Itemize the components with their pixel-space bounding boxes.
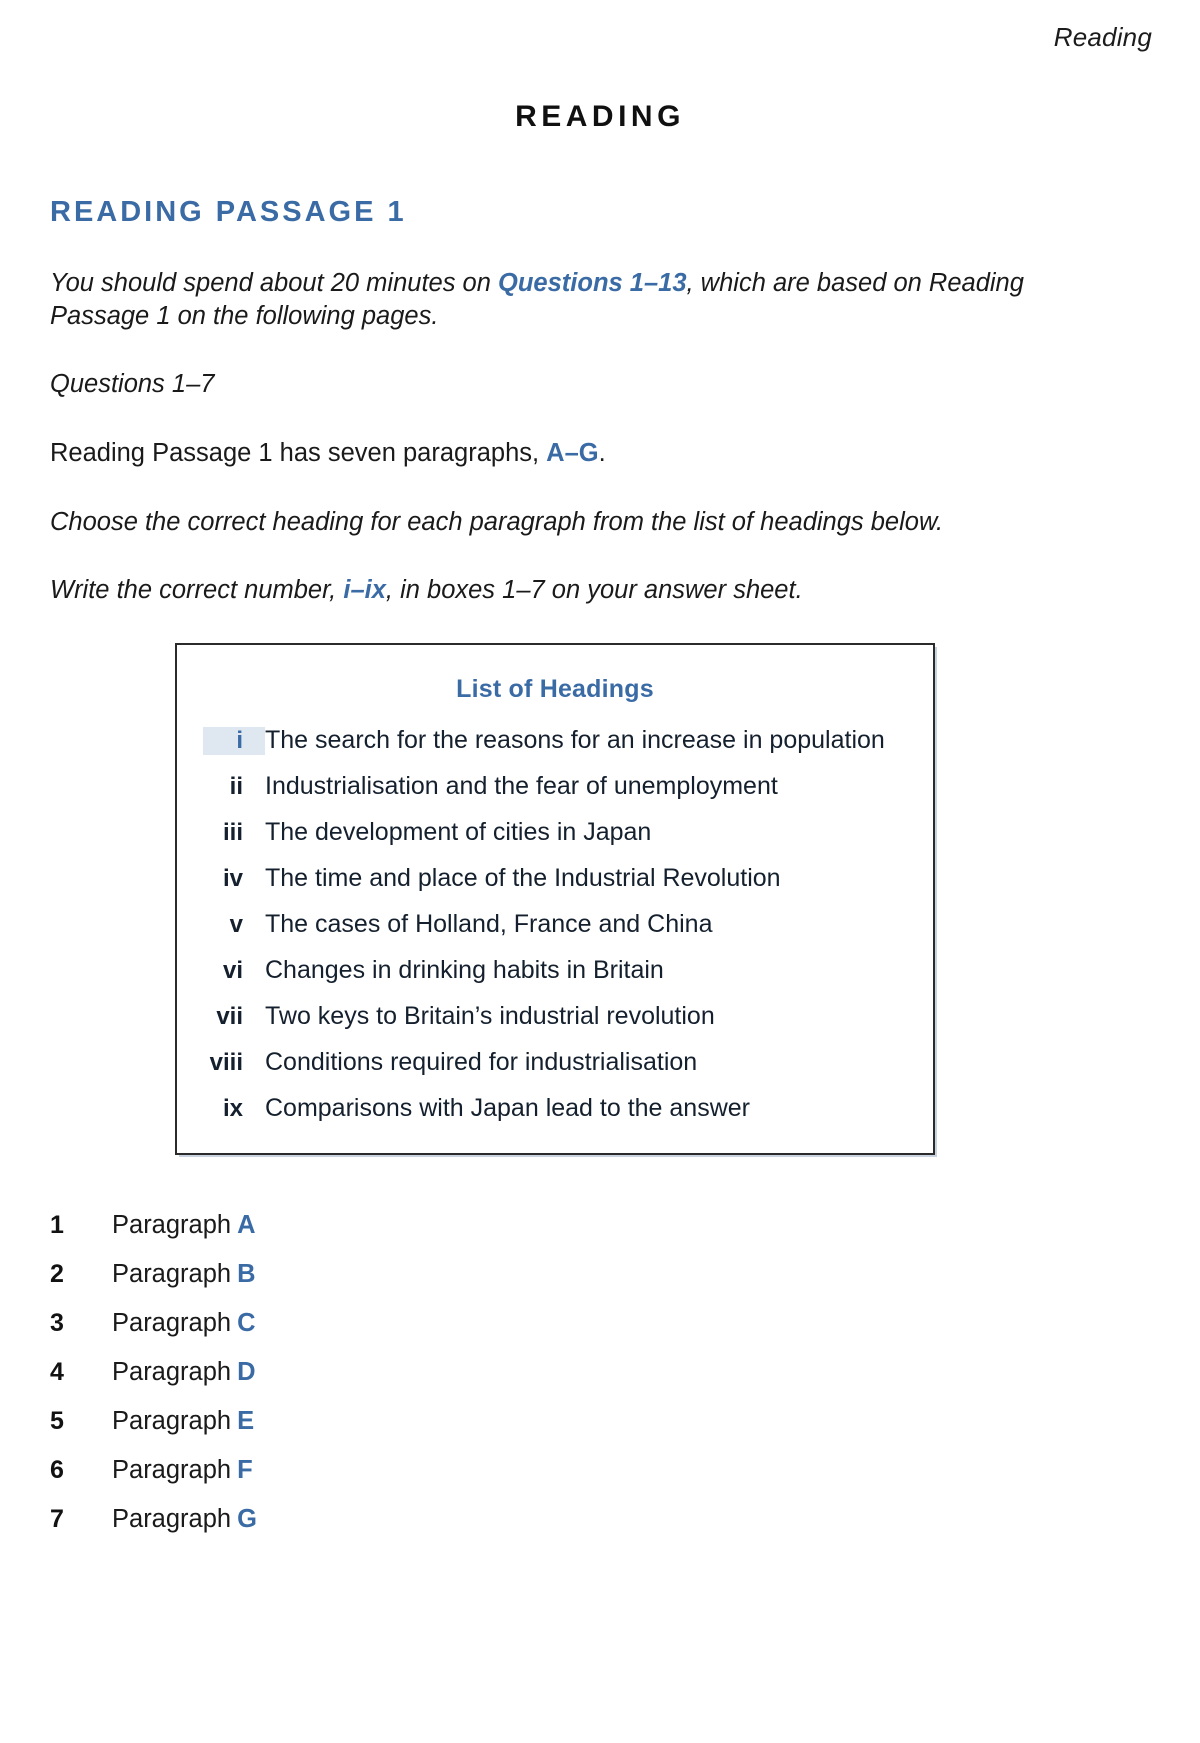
heading-option-row[interactable]: ii Industrialisation and the fear of unem…: [203, 772, 907, 801]
answer-item-number: 5: [50, 1406, 64, 1435]
answer-item[interactable]: 6 Paragraph F: [50, 1456, 1060, 1485]
choose-heading-instruction: Choose the correct heading for each para…: [50, 507, 944, 536]
heading-option-row[interactable]: vii Two keys to Britain’s industrial revo…: [203, 1002, 907, 1031]
answer-item-label: Paragraph C: [112, 1309, 256, 1338]
heading-option-row[interactable]: viii Conditions required for industrialis…: [203, 1048, 907, 1077]
answer-rows: 1 Paragraph A 2 Paragraph B 3 Paragraph C 4 Paragr…: [50, 1211, 1060, 1534]
answer-item-label: Paragraph A: [112, 1211, 256, 1240]
answer-item-number: 2: [50, 1259, 64, 1288]
heading-option-row[interactable]: i The search for the reasons for an incre…: [203, 726, 907, 755]
section-heading: READING PASSAGE 1: [50, 196, 407, 228]
answer-item-letter: D: [237, 1357, 256, 1386]
heading-option-row[interactable]: v The cases of Holland, France and China: [203, 910, 907, 939]
answer-item-letter: F: [237, 1455, 253, 1484]
heading-option-numeral: v: [229, 910, 243, 938]
questions-range-label: Questions 1–7: [50, 370, 215, 399]
answer-item-number: 7: [50, 1504, 64, 1533]
heading-option-row[interactable]: iv The time and place of the Industrial R…: [203, 864, 907, 893]
answer-item-label-text: Paragraph: [112, 1406, 232, 1435]
running-head: Reading: [1053, 22, 1152, 52]
heading-option-numeral: ix: [222, 1094, 243, 1122]
heading-option-numeral: iv: [222, 864, 243, 892]
answer-item-label: Paragraph B: [112, 1260, 256, 1289]
intro-text-part1: You should spend about 20 minutes on: [50, 269, 499, 297]
paragraph-count-part2: .: [598, 438, 606, 467]
answer-item-letter: A: [237, 1210, 256, 1239]
answer-item-label-text: Paragraph: [112, 1455, 232, 1484]
answer-item-letter: G: [237, 1504, 257, 1533]
write-number-instruction: Write the correct number, i–ix, in boxes…: [50, 574, 1060, 607]
intro-instruction: You should spend about 20 minutes on Que…: [50, 267, 1060, 332]
answer-item[interactable]: 7 Paragraph G: [50, 1505, 1060, 1534]
write-instruction-part1: Write the correct number,: [50, 576, 344, 605]
heading-option-text: The development of cities in Japan: [265, 817, 652, 846]
page-title: READING: [515, 100, 685, 133]
heading-option-row[interactable]: iii The development of cities in Japan: [203, 818, 907, 847]
heading-option-numeral: viii: [209, 1048, 243, 1076]
numeral-range-emphasis: i–ix: [343, 576, 386, 605]
paragraph-count-part1: Reading Passage 1 has seven paragraphs,: [50, 438, 547, 467]
answer-item-number: 4: [50, 1357, 64, 1386]
answer-item[interactable]: 4 Paragraph D: [50, 1358, 1060, 1387]
heading-option-numeral: ii: [229, 772, 243, 800]
heading-option-row[interactable]: ix Comparisons with Japan lead to the ans…: [203, 1094, 907, 1123]
list-of-headings-box: List of Headings i The search for the rea…: [175, 642, 935, 1155]
heading-option-text: Changes in drinking habits in Britain: [265, 955, 664, 984]
answer-item-letter: E: [237, 1406, 255, 1435]
headings-box-wrapper: List of Headings i The search for the rea…: [50, 642, 1060, 1155]
paragraph-range-emphasis: A–G: [546, 438, 599, 467]
paragraph-count-line: Reading Passage 1 has seven paragraphs, …: [50, 437, 1060, 470]
answer-item[interactable]: 1 Paragraph A: [50, 1211, 1060, 1240]
heading-option-numeral: i: [203, 726, 265, 755]
heading-option-numeral: iii: [222, 818, 243, 846]
headings-list: i The search for the reasons for an incre…: [203, 726, 907, 1123]
answer-item-letter: C: [237, 1308, 256, 1337]
heading-option-numeral: vii: [216, 1002, 243, 1030]
answer-item-label: Paragraph F: [112, 1456, 253, 1485]
answer-item-label: Paragraph D: [112, 1358, 256, 1387]
answer-item-label: Paragraph G: [112, 1505, 257, 1534]
answer-item[interactable]: 2 Paragraph B: [50, 1260, 1060, 1289]
intro-questions-emphasis: Questions 1–13: [498, 269, 687, 297]
heading-option-text: The time and place of the Industrial Rev…: [265, 863, 781, 892]
answer-item-label-text: Paragraph: [112, 1504, 232, 1533]
heading-option-text: Conditions required for industrialisatio…: [265, 1047, 698, 1076]
answer-item-number: 1: [50, 1210, 64, 1239]
heading-option-row[interactable]: vi Changes in drinking habits in Britain: [203, 956, 907, 985]
answer-item-number: 3: [50, 1308, 64, 1337]
content-column: READING PASSAGE 1 You should spend about…: [50, 196, 1060, 1554]
answer-item-label-text: Paragraph: [112, 1210, 232, 1239]
write-instruction-part2: , in boxes 1–7 on your answer sheet.: [385, 576, 803, 605]
answer-item-letter: B: [237, 1259, 256, 1288]
answer-item[interactable]: 3 Paragraph C: [50, 1309, 1060, 1338]
answer-item-number: 6: [50, 1455, 64, 1484]
heading-option-text: The search for the reasons for an increa…: [265, 725, 885, 754]
heading-option-text: The cases of Holland, France and China: [265, 909, 713, 938]
heading-option-text: Comparisons with Japan lead to the answe…: [265, 1093, 750, 1122]
heading-option-text: Industrialisation and the fear of unempl…: [265, 771, 778, 800]
page: Reading READING READING PASSAGE 1 You sh…: [0, 0, 1200, 1743]
answer-item-label-text: Paragraph: [112, 1259, 232, 1288]
answer-item[interactable]: 5 Paragraph E: [50, 1407, 1060, 1436]
answer-item-label-text: Paragraph: [112, 1357, 232, 1386]
heading-option-numeral: vi: [222, 956, 243, 984]
answer-item-label: Paragraph E: [112, 1407, 254, 1436]
list-of-headings-title: List of Headings: [456, 674, 654, 703]
answer-list: 1 Paragraph A 2 Paragraph B 3 Paragraph C 4 Paragr…: [50, 1211, 1060, 1534]
heading-option-text: Two keys to Britain’s industrial revolut…: [265, 1001, 715, 1030]
answer-item-label-text: Paragraph: [112, 1308, 232, 1337]
